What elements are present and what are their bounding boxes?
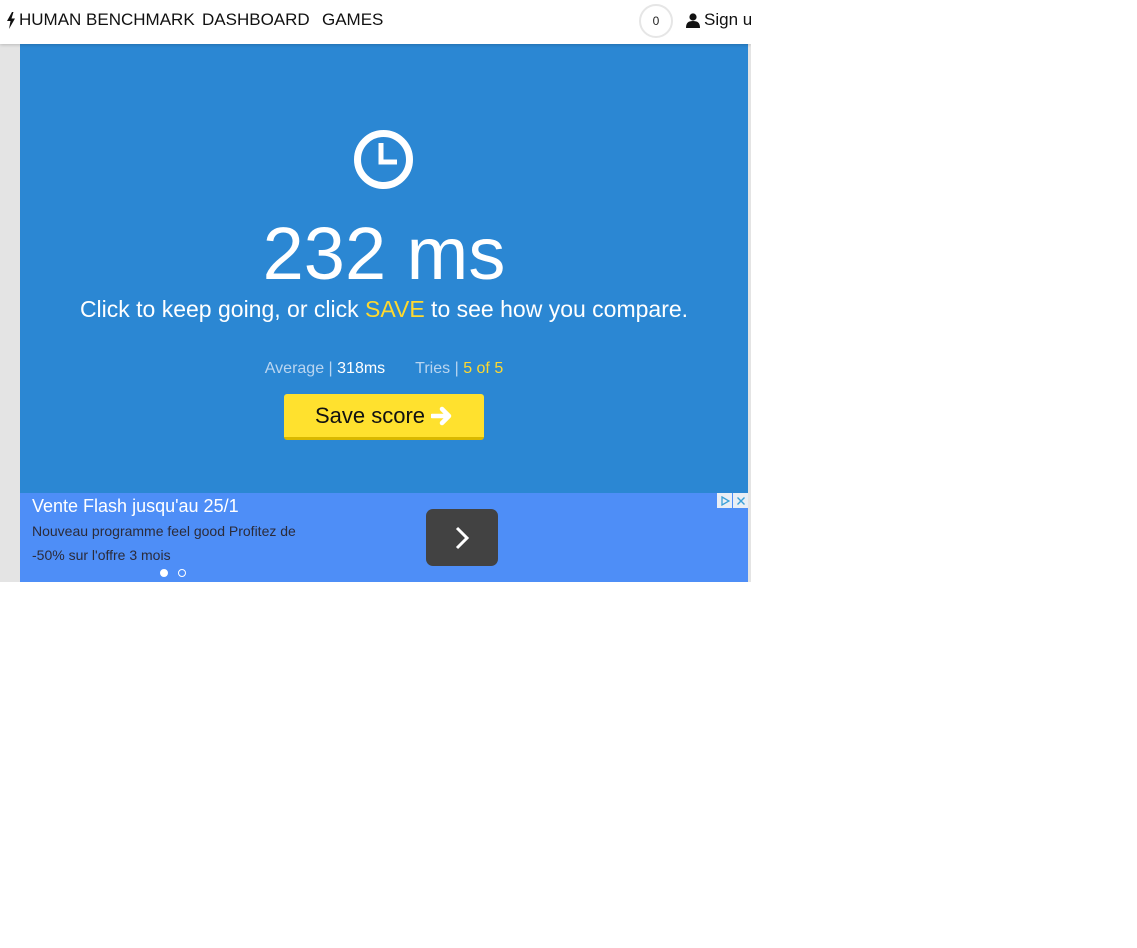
tries-label: Tries | <box>415 360 464 377</box>
nav-games-link[interactable]: GAMES <box>322 10 383 30</box>
ad-slide-dots <box>160 569 186 577</box>
reaction-time-result: 232 ms <box>262 212 506 295</box>
arrow-right-icon <box>431 406 452 425</box>
notification-badge[interactable]: 0 <box>639 4 673 38</box>
ad-dot-1[interactable] <box>160 569 168 577</box>
reaction-test-area[interactable]: 232 ms Click to keep going, or click SAV… <box>20 44 748 493</box>
ad-next-button[interactable] <box>426 509 498 566</box>
prompt-text-before: Click to keep going, or click <box>79 296 366 322</box>
brand-label: HUMAN BENCHMARK <box>19 10 195 29</box>
average-value: 318ms <box>337 360 386 377</box>
prompt-save-word: SAVE <box>365 296 425 322</box>
prompt-text-after: to see how you compare. <box>424 296 689 322</box>
close-icon <box>736 496 745 505</box>
ad-title: Vente Flash jusqu'au 25/1 <box>32 496 239 516</box>
user-icon <box>686 12 700 28</box>
tries-value: 5 of 5 <box>463 360 504 377</box>
continue-prompt: Click to keep going, or click SAVE to se… <box>20 296 748 323</box>
nav-dashboard-link[interactable]: DASHBOARD <box>202 10 310 30</box>
chevron-right-icon <box>455 526 470 549</box>
clock-icon <box>354 130 413 189</box>
bolt-icon <box>7 11 15 29</box>
badge-count: 0 <box>652 14 660 28</box>
brand-link[interactable]: HUMAN BENCHMARK <box>6 10 195 30</box>
average-label: Average | <box>264 360 338 377</box>
ad-dot-2[interactable] <box>178 569 186 577</box>
ad-body: Nouveau programme feel good Profitez de … <box>32 523 296 563</box>
signup-link[interactable]: Sign u <box>686 10 751 30</box>
browser-viewport: HUMAN BENCHMARK DASHBOARD GAMES 0 Sign u… <box>0 0 751 582</box>
ad-choices-triangle-icon <box>720 495 730 506</box>
ad-choices-icon[interactable] <box>717 493 732 508</box>
save-score-button[interactable]: Save score <box>284 394 484 440</box>
save-score-label: Save score <box>314 402 426 428</box>
signup-label: Sign u <box>704 10 751 29</box>
ad-close-button[interactable] <box>733 493 748 508</box>
top-navbar: HUMAN BENCHMARK DASHBOARD GAMES 0 Sign u <box>0 0 751 44</box>
stats-row: Average | 318ms Tries | 5 of 5 <box>20 360 748 378</box>
ad-banner[interactable]: Vente Flash jusqu'au 25/1 Nouveau progra… <box>20 493 748 582</box>
